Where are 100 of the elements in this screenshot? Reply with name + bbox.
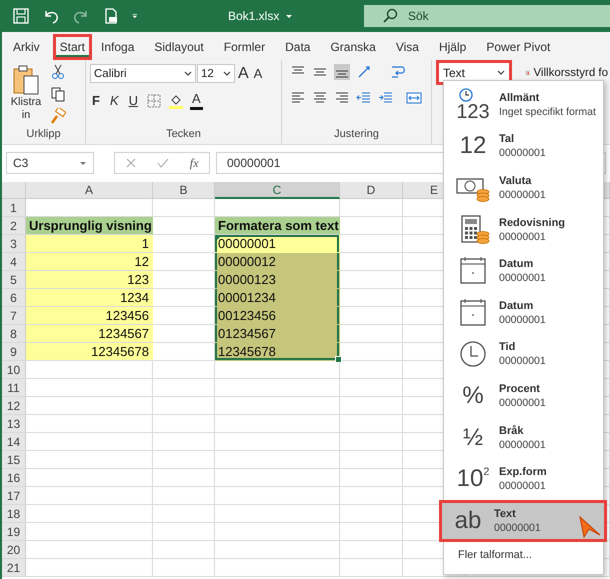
- ribbon-tab[interactable]: Visa: [388, 34, 426, 60]
- underline-button[interactable]: U: [126, 92, 140, 108]
- row-header[interactable]: 19: [2, 523, 26, 541]
- column-header[interactable]: C: [215, 182, 340, 199]
- table-cell: 12345678: [26, 343, 153, 361]
- caret-icon[interactable]: [184, 71, 192, 76]
- save-icon[interactable]: [12, 7, 30, 25]
- more-formats-link[interactable]: Fler talformat...: [444, 548, 603, 562]
- table-cell: [153, 469, 215, 487]
- row-header[interactable]: 15: [2, 451, 26, 469]
- fill-handle[interactable]: [335, 356, 342, 363]
- scissors-icon[interactable]: [50, 64, 66, 80]
- table-cell: [153, 199, 215, 217]
- row-header[interactable]: 13: [2, 415, 26, 433]
- table-cell[interactable]: 00001234: [215, 289, 340, 307]
- row-header[interactable]: 11: [2, 379, 26, 397]
- fraction-format-icon: ½: [453, 426, 493, 450]
- window-title: Bok1.xlsx: [228, 9, 280, 23]
- copy-icon[interactable]: [50, 86, 66, 102]
- column-header[interactable]: A: [26, 182, 153, 199]
- row-header[interactable]: 3: [2, 235, 26, 253]
- menu-item[interactable]: Redovisning 00000001: [444, 208, 603, 250]
- row-header[interactable]: 7: [2, 307, 26, 325]
- table-cell: [153, 487, 215, 505]
- row-header[interactable]: 18: [2, 505, 26, 523]
- font-size-field[interactable]: 12: [197, 64, 235, 83]
- ribbon-tab[interactable]: Granska: [323, 34, 383, 60]
- ribbon-tab[interactable]: Arkiv: [6, 34, 47, 60]
- row-header[interactable]: 20: [2, 541, 26, 559]
- table-cell: [153, 559, 215, 577]
- table-cell[interactable]: 01234567: [215, 325, 340, 343]
- format-painter-icon[interactable]: [50, 108, 66, 124]
- ribbon-tab[interactable]: Infoga: [94, 34, 142, 60]
- ribbon-tab[interactable]: Power Pivot: [479, 34, 558, 60]
- table-cell: [153, 379, 215, 397]
- italic-button[interactable]: K: [108, 92, 121, 108]
- row-header[interactable]: 4: [2, 253, 26, 271]
- table-cell[interactable]: 00000123: [215, 271, 340, 289]
- row-header[interactable]: 5: [2, 271, 26, 289]
- menu-item[interactable]: 10$^{2}$ Exp.form 00000001: [444, 458, 603, 500]
- name-box[interactable]: C3: [6, 152, 94, 174]
- scientific-format-icon: 10$^{2}$: [453, 467, 493, 492]
- table-cell: [340, 559, 403, 577]
- table-cell: 1234: [26, 289, 153, 307]
- table-cell: 1234567: [26, 325, 153, 343]
- menu-item[interactable]: Datum 00000001: [444, 250, 603, 292]
- row-header[interactable]: 16: [2, 469, 26, 487]
- fill-color-icon[interactable]: [168, 92, 184, 108]
- row-header[interactable]: 9: [2, 343, 26, 361]
- table-cell[interactable]: Formatera som text: [215, 217, 340, 235]
- table-cell[interactable]: 00123456: [215, 307, 340, 325]
- row-header[interactable]: 10: [2, 361, 26, 379]
- grow-font-button[interactable]: A: [236, 66, 251, 82]
- table-cell: [153, 523, 215, 541]
- row-header[interactable]: 17: [2, 487, 26, 505]
- caret-icon[interactable]: [285, 14, 294, 18]
- ribbon-tab[interactable]: Start: [52, 34, 92, 60]
- ribbon-tab[interactable]: Hjälp: [432, 34, 474, 60]
- row-header[interactable]: 6: [2, 289, 26, 307]
- column-header[interactable]: D: [340, 182, 403, 199]
- row-header[interactable]: 12: [2, 397, 26, 415]
- menu-item[interactable]: Datum 00000001: [444, 292, 603, 334]
- paste-button[interactable]: Klistra in: [6, 64, 46, 128]
- search-field[interactable]: Sök: [364, 5, 610, 27]
- insert-function-button[interactable]: fx: [190, 156, 198, 170]
- table-cell[interactable]: 12345678: [215, 343, 340, 361]
- bold-button[interactable]: F: [90, 92, 102, 108]
- table-cell: [153, 433, 215, 451]
- wrap-icon[interactable]: [390, 64, 406, 80]
- caret-icon[interactable]: [79, 160, 87, 166]
- borders-icon[interactable]: [146, 92, 162, 108]
- row-header[interactable]: 2: [2, 217, 26, 235]
- table-cell: [153, 541, 215, 559]
- caret-icon[interactable]: [497, 70, 505, 75]
- font-name-field[interactable]: Calibri: [90, 64, 196, 83]
- menu-item[interactable]: ½ Bråk 00000001: [444, 416, 603, 458]
- menu-item[interactable]: % Procent 00000001: [444, 375, 603, 417]
- text-format-icon: ab: [448, 508, 488, 533]
- column-header[interactable]: B: [153, 182, 215, 199]
- table-cell: Ursprunglig visning: [26, 217, 153, 235]
- merge-icon[interactable]: [406, 90, 422, 106]
- menu-item[interactable]: ab Text 00000001: [439, 500, 607, 542]
- row-header[interactable]: 1: [2, 199, 26, 217]
- row-header[interactable]: 8: [2, 325, 26, 343]
- font-color-button[interactable]: A: [190, 91, 203, 110]
- row-header[interactable]: 21: [2, 559, 26, 577]
- caret-icon[interactable]: [223, 71, 231, 76]
- conditional-formatting-button[interactable]: Villkorsstyrd fo: [526, 66, 608, 80]
- table-cell: [153, 451, 215, 469]
- ribbon-tab[interactable]: Data: [278, 34, 318, 60]
- row-header[interactable]: 14: [2, 433, 26, 451]
- shrink-font-button[interactable]: A: [252, 66, 264, 82]
- align-icon[interactable]: [334, 64, 350, 80]
- menu-item[interactable]: Tid 00000001: [444, 334, 603, 376]
- ribbon-tab[interactable]: Formler: [216, 34, 272, 60]
- table-cell[interactable]: 00000001: [215, 235, 340, 253]
- orientation-icon[interactable]: [356, 64, 372, 80]
- ribbon-tab[interactable]: Sidlayout: [147, 34, 211, 60]
- table-cell[interactable]: 00000012: [215, 253, 340, 271]
- table-cell: 123: [26, 271, 153, 289]
